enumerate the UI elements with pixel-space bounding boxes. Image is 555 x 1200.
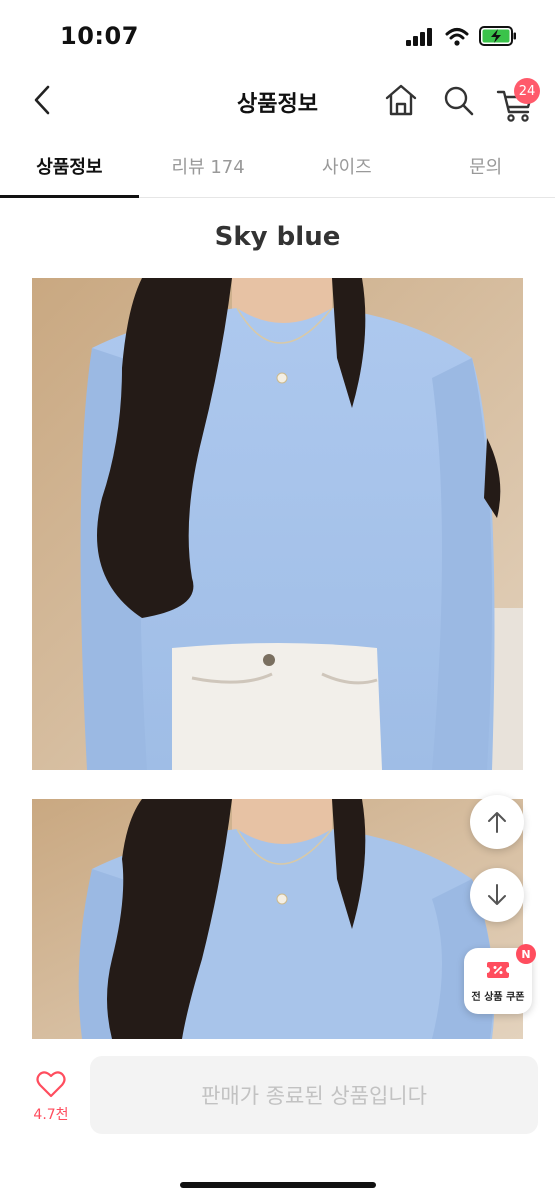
tab-bar: 상품정보 리뷰 174 사이즈 문의	[0, 140, 555, 198]
product-photo-2	[32, 799, 523, 1039]
wifi-icon	[445, 28, 469, 46]
color-heading: Sky blue	[214, 222, 341, 252]
status-bar: 10:07	[0, 0, 555, 70]
search-button[interactable]	[440, 80, 478, 120]
signal-icon	[406, 28, 436, 46]
home-indicator	[180, 1182, 376, 1188]
home-icon	[385, 84, 417, 116]
coupon-label: 전 상품 쿠폰	[471, 992, 525, 1003]
tab-reviews[interactable]: 리뷰 174	[139, 140, 278, 197]
battery-charging-icon	[479, 26, 516, 46]
tab-product-info[interactable]: 상품정보	[0, 140, 139, 198]
scroll-up-button[interactable]	[470, 795, 524, 849]
product-photo	[32, 278, 523, 770]
search-icon	[444, 86, 474, 116]
nav-header: 상품정보	[0, 70, 555, 130]
arrow-down-icon	[488, 884, 506, 905]
tab-size[interactable]: 사이즈	[278, 140, 417, 197]
scroll-down-button[interactable]	[470, 868, 524, 922]
tab-inquiry[interactable]: 문의	[416, 140, 555, 197]
sold-out-button: 판매가 종료된 상품입니다	[90, 1056, 538, 1134]
bottom-bar: 4.7천 판매가 종료된 상품입니다	[0, 1040, 555, 1200]
coupon-icon	[486, 962, 510, 978]
cart-count-badge: 24	[514, 78, 540, 104]
home-button[interactable]	[382, 80, 420, 120]
status-time: 10:07	[60, 22, 139, 50]
like-button[interactable]: 4.7천	[20, 1070, 82, 1130]
heart-icon	[36, 1071, 66, 1098]
like-count: 4.7천	[33, 1107, 69, 1123]
arrow-up-icon	[488, 812, 506, 833]
new-badge: N	[516, 944, 536, 964]
